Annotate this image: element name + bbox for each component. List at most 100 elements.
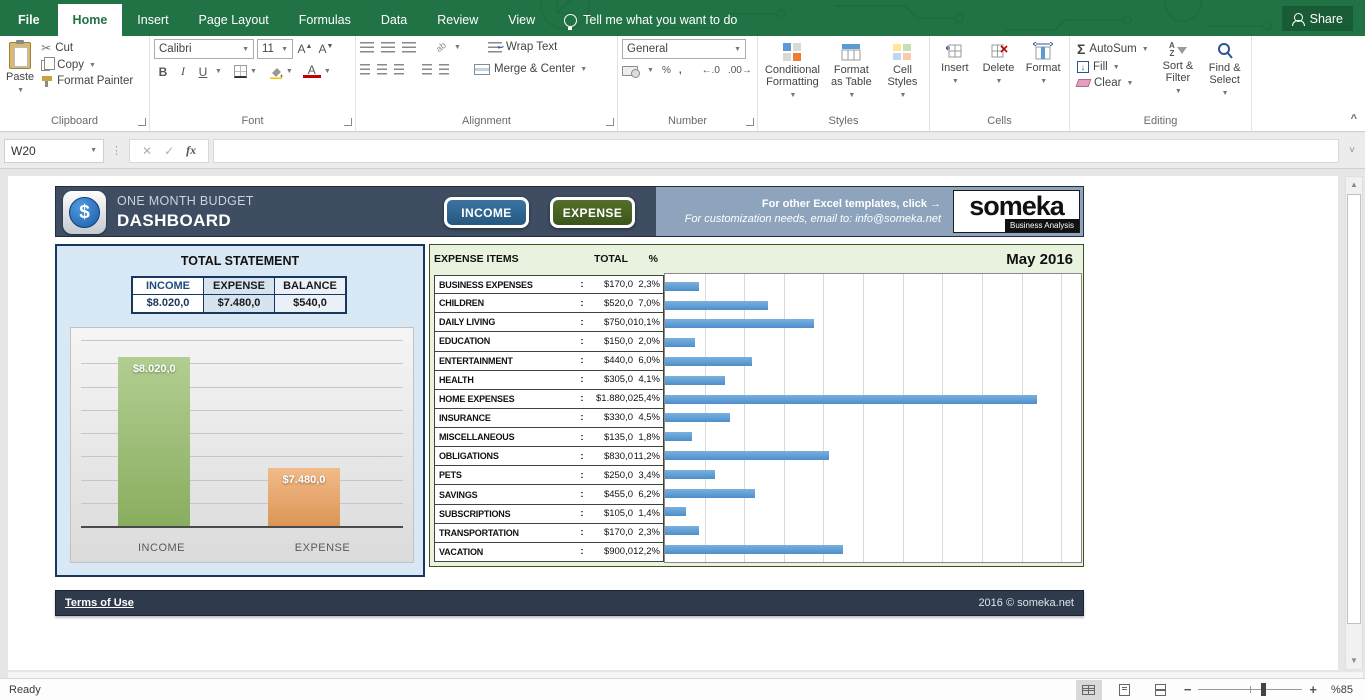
- zoom-in-button[interactable]: +: [1309, 682, 1317, 697]
- tab-home[interactable]: Home: [58, 4, 123, 36]
- zoom-level-label[interactable]: %85: [1327, 684, 1353, 696]
- cell-styles-button[interactable]: Cell Styles▼: [880, 39, 925, 114]
- conditional-formatting-button[interactable]: Conditional Formatting▼: [762, 39, 823, 114]
- expense-row[interactable]: OBLIGATIONS:$830,011,2%: [434, 446, 664, 466]
- promo-templates-link[interactable]: For other Excel templates, click →: [685, 197, 941, 212]
- align-top-button[interactable]: [360, 42, 374, 53]
- bold-button[interactable]: B: [154, 65, 172, 79]
- expense-row[interactable]: BUSINESS EXPENSES:$170,02,3%: [434, 275, 664, 294]
- chevron-down-icon[interactable]: ▼: [286, 68, 293, 75]
- name-box[interactable]: W20▼: [4, 139, 104, 163]
- expand-formula-bar-button[interactable]: ˅: [1343, 145, 1361, 156]
- increase-indent-button[interactable]: [439, 64, 449, 75]
- tab-formulas[interactable]: Formulas: [284, 4, 366, 36]
- expense-row[interactable]: DAILY LIVING:$750,010,1%: [434, 312, 664, 332]
- align-bottom-button[interactable]: [402, 42, 416, 53]
- delete-cells-button[interactable]: Delete▼: [978, 39, 1020, 114]
- sort-filter-button[interactable]: AZ Sort & Filter▼: [1156, 39, 1201, 114]
- align-center-button[interactable]: [377, 64, 387, 75]
- promo-email-link[interactable]: For customization needs, email to: info@…: [685, 212, 941, 227]
- chevron-down-icon[interactable]: ▼: [647, 67, 654, 74]
- font-family-select[interactable]: Calibri▼: [154, 39, 254, 59]
- expense-row[interactable]: MISCELLANEOUS:$135,01,8%: [434, 427, 664, 447]
- expense-nav-button[interactable]: EXPENSE: [550, 197, 635, 228]
- insert-function-button[interactable]: fx: [186, 143, 196, 158]
- expense-row[interactable]: HEALTH:$305,04,1%: [434, 370, 664, 390]
- chevron-down-icon[interactable]: ▼: [250, 68, 257, 75]
- zoom-slider[interactable]: − +: [1184, 682, 1317, 697]
- expense-row[interactable]: SAVINGS:$455,06,2%: [434, 484, 664, 504]
- expense-row[interactable]: SUBSCRIPTIONS:$105,01,4%: [434, 504, 664, 524]
- chevron-down-icon[interactable]: ▼: [454, 44, 461, 51]
- font-size-select[interactable]: 11▼: [257, 39, 293, 59]
- alignment-dialog-launcher[interactable]: [606, 118, 614, 126]
- vertical-scrollbar-thumb[interactable]: [1347, 194, 1361, 624]
- font-dialog-launcher[interactable]: [344, 118, 352, 126]
- italic-button[interactable]: I: [174, 64, 192, 79]
- percent-style-button[interactable]: %: [662, 65, 671, 76]
- formula-input[interactable]: [213, 139, 1339, 163]
- underline-button[interactable]: U: [194, 65, 212, 79]
- collapse-ribbon-button[interactable]: ^: [1351, 113, 1357, 125]
- font-color-button[interactable]: A: [303, 65, 321, 78]
- copy-button[interactable]: Copy▼: [38, 57, 136, 73]
- page-layout-view-button[interactable]: [1112, 680, 1138, 700]
- format-cells-button[interactable]: Format▼: [1021, 39, 1065, 114]
- chevron-down-icon[interactable]: ▼: [324, 68, 331, 75]
- orientation-button[interactable]: ab: [434, 40, 448, 54]
- expense-row[interactable]: CHILDREN:$520,07,0%: [434, 293, 664, 313]
- borders-button[interactable]: [234, 65, 247, 78]
- expense-row[interactable]: INSURANCE:$330,04,5%: [434, 408, 664, 428]
- fill-color-button[interactable]: [269, 65, 283, 79]
- scroll-up-arrow[interactable]: ▲: [1346, 177, 1362, 193]
- number-format-select[interactable]: General▼: [622, 39, 746, 59]
- scroll-down-arrow[interactable]: ▼: [1346, 653, 1362, 669]
- tab-file[interactable]: File: [0, 4, 58, 36]
- decrease-indent-button[interactable]: [422, 64, 432, 75]
- tell-me-box[interactable]: Tell me what you want to do: [564, 4, 737, 36]
- expense-row[interactable]: TRANSPORTATION:$170,02,3%: [434, 523, 664, 543]
- grow-font-button[interactable]: A▲: [296, 42, 314, 56]
- merge-center-button[interactable]: Merge & Center▼: [471, 61, 590, 77]
- align-right-button[interactable]: [394, 64, 404, 75]
- comma-style-button[interactable]: ,: [679, 65, 682, 76]
- wrap-text-button[interactable]: Wrap Text: [485, 39, 560, 55]
- share-button[interactable]: Share: [1282, 6, 1353, 31]
- zoom-out-button[interactable]: −: [1184, 682, 1192, 697]
- summary-chart[interactable]: $8.020,0$7.480,0 INCOME EXPENSE: [70, 327, 414, 563]
- tab-data[interactable]: Data: [366, 4, 422, 36]
- terms-of-use-link[interactable]: Terms of Use: [65, 597, 134, 609]
- insert-cells-button[interactable]: Insert▼: [934, 39, 976, 114]
- confirm-entry-button[interactable]: ✓: [164, 144, 174, 158]
- income-nav-button[interactable]: INCOME: [444, 197, 529, 228]
- fill-button[interactable]: ↓Fill▼: [1074, 59, 1154, 75]
- chevron-down-icon[interactable]: ▼: [215, 68, 222, 75]
- tab-insert[interactable]: Insert: [122, 4, 183, 36]
- accounting-format-button[interactable]: [622, 66, 638, 76]
- autosum-button[interactable]: ΣAutoSum▼: [1074, 39, 1154, 59]
- expense-chart-plot[interactable]: [664, 273, 1082, 563]
- decrease-decimal-button[interactable]: .00→: [728, 65, 752, 76]
- clear-button[interactable]: Clear▼: [1074, 75, 1154, 91]
- number-dialog-launcher[interactable]: [746, 118, 754, 126]
- expense-row[interactable]: ENTERTAINMENT:$440,06,0%: [434, 351, 664, 371]
- normal-view-button[interactable]: [1076, 680, 1102, 700]
- worksheet[interactable]: $ ONE MONTH BUDGET DASHBOARD INCOME EXPE…: [8, 176, 1338, 670]
- expense-row[interactable]: EDUCATION:$150,02,0%: [434, 331, 664, 351]
- increase-decimal-button[interactable]: ←.0: [702, 65, 720, 76]
- zoom-track[interactable]: [1198, 689, 1302, 690]
- zoom-thumb[interactable]: [1261, 683, 1266, 696]
- paste-button[interactable]: Paste▼: [4, 39, 36, 114]
- tab-view[interactable]: View: [493, 4, 550, 36]
- page-break-view-button[interactable]: [1148, 680, 1174, 700]
- expense-row[interactable]: VACATION:$900,012,2%: [434, 542, 664, 562]
- find-select-button[interactable]: Find & Select▼: [1202, 39, 1247, 114]
- expense-row[interactable]: HOME EXPENSES:$1.880,025,4%: [434, 389, 664, 409]
- align-left-button[interactable]: [360, 64, 370, 75]
- shrink-font-button[interactable]: A▼: [317, 42, 335, 56]
- tab-page-layout[interactable]: Page Layout: [184, 4, 284, 36]
- cut-button[interactable]: ✂Cut: [38, 39, 136, 57]
- align-middle-button[interactable]: [381, 42, 395, 53]
- vertical-scrollbar[interactable]: ▲ ▼: [1345, 176, 1363, 670]
- tab-review[interactable]: Review: [422, 4, 493, 36]
